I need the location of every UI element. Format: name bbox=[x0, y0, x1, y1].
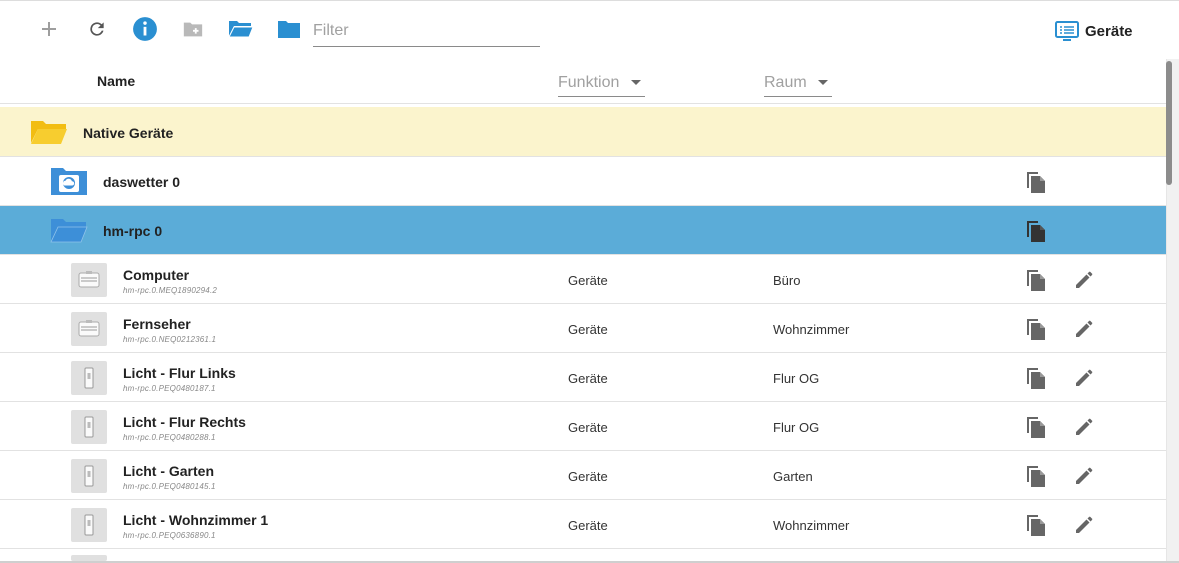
copy-icon[interactable] bbox=[1023, 267, 1049, 293]
filter-input[interactable] bbox=[313, 15, 540, 46]
device-name: Licht - Flur Links bbox=[123, 365, 236, 381]
device-id: hm-rpc.0.PEQ0480288.1 bbox=[123, 433, 216, 442]
group-title: daswetter 0 bbox=[103, 174, 181, 190]
device-name: Fernseher bbox=[123, 316, 191, 332]
actuator-box-icon bbox=[71, 263, 107, 297]
group-row-hm-rpc[interactable]: hm-rpc 0 bbox=[0, 206, 1166, 255]
actuator-box-icon bbox=[71, 312, 107, 346]
scrollbar-thumb[interactable] bbox=[1166, 61, 1172, 185]
device-room: Wohnzimmer bbox=[773, 518, 850, 533]
edit-icon[interactable] bbox=[1071, 414, 1097, 440]
info-icon[interactable] bbox=[128, 12, 162, 46]
copy-icon[interactable] bbox=[1023, 218, 1049, 244]
room-filter-select[interactable]: Raum bbox=[764, 69, 832, 97]
device-row[interactable]: Licht - Flur Links hm-rpc.0.PEQ0480187.1… bbox=[0, 353, 1166, 402]
device-row[interactable]: Fernseher hm-rpc.0.NEQ0212361.1 Geräte W… bbox=[0, 304, 1166, 353]
add-folder-icon[interactable] bbox=[176, 12, 210, 46]
device-name: Licht - Wohnzimmer 1 bbox=[123, 512, 269, 528]
room-filter-label: Raum bbox=[764, 73, 807, 91]
devices-view-button[interactable]: Geräte bbox=[1055, 18, 1133, 44]
filter-field[interactable] bbox=[313, 15, 540, 47]
name-column-header: Name bbox=[97, 73, 136, 89]
list-view-icon bbox=[1055, 21, 1079, 41]
device-function: Geräte bbox=[568, 518, 608, 533]
dimmer-switch-icon bbox=[71, 361, 107, 395]
refresh-icon[interactable] bbox=[80, 12, 114, 46]
expand-folders-icon[interactable] bbox=[224, 12, 258, 46]
copy-icon[interactable] bbox=[1023, 463, 1049, 489]
device-room: Garten bbox=[773, 469, 813, 484]
devices-view-label: Geräte bbox=[1085, 22, 1133, 40]
group-row-native[interactable]: Native Geräte bbox=[0, 107, 1166, 157]
edit-icon[interactable] bbox=[1071, 365, 1097, 391]
dimmer-switch-icon bbox=[71, 459, 107, 493]
toolbar: Geräte bbox=[0, 1, 1179, 59]
device-function: Geräte bbox=[568, 322, 608, 337]
device-room: Büro bbox=[773, 273, 801, 288]
device-function: Geräte bbox=[568, 469, 608, 484]
column-header-row: Name Funktion Raum bbox=[0, 59, 1166, 104]
device-function: Geräte bbox=[568, 273, 608, 288]
copy-icon[interactable] bbox=[1023, 512, 1049, 538]
copy-icon[interactable] bbox=[1023, 169, 1049, 195]
device-name: Licht - Garten bbox=[123, 463, 215, 479]
group-row-daswetter[interactable]: daswetter 0 bbox=[0, 157, 1166, 206]
device-list-window: Geräte Name Funktion Raum Native Geräte bbox=[0, 0, 1179, 563]
weather-folder-icon bbox=[51, 168, 87, 195]
chevron-down-icon bbox=[631, 80, 641, 85]
copy-icon[interactable] bbox=[1023, 414, 1049, 440]
device-room: Flur OG bbox=[773, 371, 820, 386]
function-filter-select[interactable]: Funktion bbox=[558, 69, 645, 97]
edit-icon[interactable] bbox=[1071, 267, 1097, 293]
add-icon[interactable] bbox=[32, 12, 66, 46]
dimmer-switch-icon bbox=[71, 555, 107, 561]
device-id: hm-rpc.0.PEQ0480145.1 bbox=[123, 482, 216, 491]
edit-icon[interactable] bbox=[1071, 316, 1097, 342]
device-name: Licht - Flur Rechts bbox=[123, 414, 246, 430]
device-row[interactable]: Licht - Flur Rechts hm-rpc.0.PEQ0480288.… bbox=[0, 402, 1166, 451]
device-id: hm-rpc.0.PEQ0480187.1 bbox=[123, 384, 216, 393]
dimmer-switch-icon bbox=[71, 508, 107, 542]
device-row-partial[interactable] bbox=[0, 549, 1166, 561]
group-title: Native Geräte bbox=[83, 125, 174, 141]
copy-icon[interactable] bbox=[1023, 365, 1049, 391]
edit-icon[interactable] bbox=[1071, 512, 1097, 538]
chevron-down-icon bbox=[818, 80, 828, 85]
device-row[interactable]: Licht - Wohnzimmer 1 hm-rpc.0.PEQ0636890… bbox=[0, 500, 1166, 549]
device-id: hm-rpc.0.PEQ0636890.1 bbox=[123, 531, 216, 540]
device-name: Computer bbox=[123, 267, 190, 283]
dimmer-switch-icon bbox=[71, 410, 107, 444]
group-title: hm-rpc 0 bbox=[103, 223, 163, 239]
device-id: hm-rpc.0.NEQ0212361.1 bbox=[123, 335, 217, 344]
device-function: Geräte bbox=[568, 371, 608, 386]
device-room: Flur OG bbox=[773, 420, 820, 435]
device-id: hm-rpc.0.MEQ1890294.2 bbox=[123, 286, 218, 295]
edit-icon[interactable] bbox=[1071, 463, 1097, 489]
function-filter-label: Funktion bbox=[558, 73, 620, 91]
device-room: Wohnzimmer bbox=[773, 322, 850, 337]
open-folder-icon bbox=[50, 219, 88, 243]
device-row[interactable]: Licht - Garten hm-rpc.0.PEQ0480145.1 Ger… bbox=[0, 451, 1166, 500]
device-function: Geräte bbox=[568, 420, 608, 435]
open-folder-icon bbox=[31, 121, 67, 144]
collapse-folders-icon[interactable] bbox=[272, 12, 306, 46]
copy-icon[interactable] bbox=[1023, 316, 1049, 342]
device-row[interactable]: Computer hm-rpc.0.MEQ1890294.2 Geräte Bü… bbox=[0, 255, 1166, 304]
